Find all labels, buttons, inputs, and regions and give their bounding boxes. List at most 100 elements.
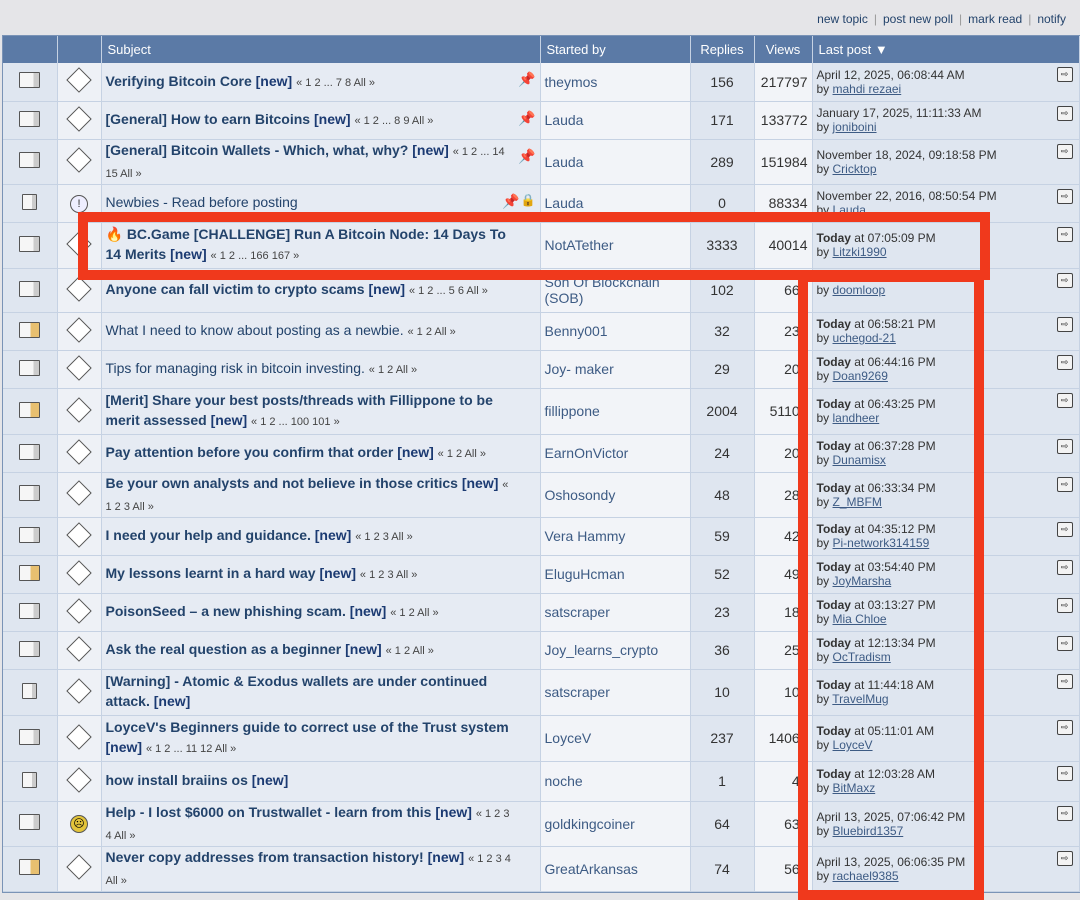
last-poster-link[interactable]: Pi-network314159 <box>833 536 930 550</box>
go-to-last-post-icon[interactable]: ⇨ <box>1056 850 1073 866</box>
topic-starter-link[interactable]: Lauda <box>545 112 584 128</box>
go-to-last-post-icon[interactable]: ⇨ <box>1056 188 1073 204</box>
topic-title-link[interactable]: [Warning] - Atomic & Exodus wallets are … <box>106 671 536 713</box>
page-links[interactable]: « 1 2 ... 11 12 All » <box>146 743 236 755</box>
page-links[interactable]: « 1 2 All » <box>390 607 438 619</box>
last-poster-link[interactable]: Doan9269 <box>833 369 888 383</box>
new-badge[interactable]: [new] <box>170 246 207 262</box>
topic-starter-link[interactable]: LoyceV <box>545 730 592 746</box>
last-poster-link[interactable]: OcTradism <box>833 650 891 664</box>
new-badge[interactable]: [new] <box>256 73 293 89</box>
last-poster-link[interactable]: LoyceV <box>833 738 873 752</box>
new-badge[interactable]: [new] <box>252 772 289 788</box>
go-to-last-post-icon[interactable]: ⇨ <box>1056 476 1073 492</box>
topic-title-link[interactable]: Be your own analysts and not believe in … <box>106 473 536 517</box>
topic-starter-link[interactable]: noche <box>545 773 583 789</box>
mark-read-link[interactable]: mark read <box>968 12 1022 26</box>
topic-starter-link[interactable]: fillippone <box>545 403 600 419</box>
notify-link[interactable]: notify <box>1037 12 1066 26</box>
topic-title-link[interactable]: [General] Bitcoin Wallets - Which, what,… <box>106 140 536 184</box>
topic-starter-link[interactable]: Joy- maker <box>545 361 614 377</box>
new-badge[interactable]: [new] <box>397 444 434 460</box>
go-to-last-post-icon[interactable]: ⇨ <box>1056 765 1073 781</box>
last-poster-link[interactable]: rachael9385 <box>833 869 899 883</box>
new-badge[interactable]: [new] <box>211 412 248 428</box>
last-poster-link[interactable]: doomloop <box>833 283 886 297</box>
go-to-last-post-icon[interactable]: ⇨ <box>1056 316 1073 332</box>
new-badge[interactable]: [new] <box>319 565 356 581</box>
page-links[interactable]: « 1 2 All » <box>386 645 434 657</box>
go-to-last-post-icon[interactable]: ⇨ <box>1056 105 1073 121</box>
page-links[interactable]: « 1 2 All » <box>438 448 486 460</box>
new-topic-link[interactable]: new topic <box>817 12 868 26</box>
page-links[interactable]: « 1 2 3 All » <box>360 569 418 581</box>
topic-starter-link[interactable]: Lauda <box>545 195 584 211</box>
topic-starter-link[interactable]: Son Of Blockchain (SOB) <box>545 274 660 306</box>
go-to-last-post-icon[interactable]: ⇨ <box>1056 143 1073 159</box>
views-header[interactable]: Views <box>754 36 813 63</box>
go-to-last-post-icon[interactable]: ⇨ <box>1056 354 1073 370</box>
topic-title-link[interactable]: I need your help and guidance. [new] « 1… <box>106 525 536 547</box>
topic-starter-link[interactable]: GreatArkansas <box>545 861 638 877</box>
topic-starter-link[interactable]: EluguHcman <box>545 566 625 582</box>
page-links[interactable]: « 1 2 All » <box>369 364 417 376</box>
page-links[interactable]: « 1 2 ... 166 167 » <box>211 250 300 262</box>
go-to-last-post-icon[interactable]: ⇨ <box>1056 226 1073 242</box>
topic-title-link[interactable]: My lessons learnt in a hard way [new] « … <box>106 563 536 585</box>
new-badge[interactable]: [new] <box>428 849 465 865</box>
go-to-last-post-icon[interactable]: ⇨ <box>1056 635 1073 651</box>
topic-title-link[interactable]: Tips for managing risk in bitcoin invest… <box>106 358 536 380</box>
new-badge[interactable]: [new] <box>435 804 472 820</box>
new-badge[interactable]: [new] <box>106 739 143 755</box>
topic-starter-link[interactable]: NotATether <box>545 237 614 253</box>
new-badge[interactable]: [new] <box>368 281 405 297</box>
go-to-last-post-icon[interactable]: ⇨ <box>1056 719 1073 735</box>
topic-title-link[interactable]: LoyceV's Beginners guide to correct use … <box>106 717 536 759</box>
topic-title-link[interactable]: how install braiins os [new] <box>106 770 536 792</box>
last-poster-link[interactable]: joniboini <box>833 120 877 134</box>
new-poll-link[interactable]: post new poll <box>883 12 953 26</box>
go-to-last-post-icon[interactable]: ⇨ <box>1056 67 1073 82</box>
topic-starter-link[interactable]: satscraper <box>545 684 610 700</box>
topic-starter-link[interactable]: Oshosondy <box>545 487 616 503</box>
last-poster-link[interactable]: Z_MBFM <box>833 495 882 509</box>
topic-starter-link[interactable]: Lauda <box>545 154 584 170</box>
page-links[interactable]: « 1 2 ... 100 101 » <box>251 416 340 428</box>
started-by-header[interactable]: Started by <box>540 36 691 63</box>
topic-starter-link[interactable]: satscraper <box>545 604 610 620</box>
new-badge[interactable]: [new] <box>154 693 191 709</box>
go-to-last-post-icon[interactable]: ⇨ <box>1056 521 1073 537</box>
topic-starter-link[interactable]: EarnOnVictor <box>545 445 629 461</box>
last-poster-link[interactable]: Lauda <box>833 203 866 217</box>
topic-starter-link[interactable]: goldkingcoiner <box>545 816 635 832</box>
topic-title-link[interactable]: Never copy addresses from transaction hi… <box>106 847 536 891</box>
topic-title-link[interactable]: Pay attention before you confirm that or… <box>106 442 536 464</box>
topic-title-link[interactable]: 🔥 BC.Game [CHALLENGE] Run A Bitcoin Node… <box>106 224 536 266</box>
go-to-last-post-icon[interactable]: ⇨ <box>1056 673 1073 689</box>
go-to-last-post-icon[interactable]: ⇨ <box>1056 272 1073 288</box>
last-poster-link[interactable]: Cricktop <box>833 162 877 176</box>
last-poster-link[interactable]: mahdi rezaei <box>833 82 902 96</box>
go-to-last-post-icon[interactable]: ⇨ <box>1056 559 1073 575</box>
new-badge[interactable]: [new] <box>314 111 351 127</box>
last-poster-link[interactable]: Litzki1990 <box>833 245 887 259</box>
last-poster-link[interactable]: Bluebird1357 <box>833 824 904 838</box>
topic-title-link[interactable]: Verifying Bitcoin Core [new] « 1 2 ... 7… <box>106 71 536 93</box>
topic-title-link[interactable]: [General] How to earn Bitcoins [new] « 1… <box>106 109 536 131</box>
new-badge[interactable]: [new] <box>350 603 387 619</box>
go-to-last-post-icon[interactable]: ⇨ <box>1056 392 1073 408</box>
last-poster-link[interactable]: uchegod-21 <box>833 331 896 345</box>
new-badge[interactable]: [new] <box>345 641 382 657</box>
new-badge[interactable]: [new] <box>412 142 449 158</box>
topic-starter-link[interactable]: Joy_learns_crypto <box>545 642 659 658</box>
subject-header[interactable]: Subject <box>101 36 541 63</box>
new-badge[interactable]: [new] <box>462 475 499 491</box>
topic-title-link[interactable]: [Merit] Share your best posts/threads wi… <box>106 390 536 432</box>
replies-header[interactable]: Replies <box>690 36 755 63</box>
last-poster-link[interactable]: BitMaxz <box>833 781 876 795</box>
page-links[interactable]: « 1 2 ... 7 8 All » <box>296 77 375 89</box>
go-to-last-post-icon[interactable]: ⇨ <box>1056 438 1073 454</box>
topic-title-link[interactable]: What I need to know about posting as a n… <box>106 320 536 342</box>
new-badge[interactable]: [new] <box>315 527 352 543</box>
topic-title-link[interactable]: Newbies - Read before posting <box>106 192 536 214</box>
